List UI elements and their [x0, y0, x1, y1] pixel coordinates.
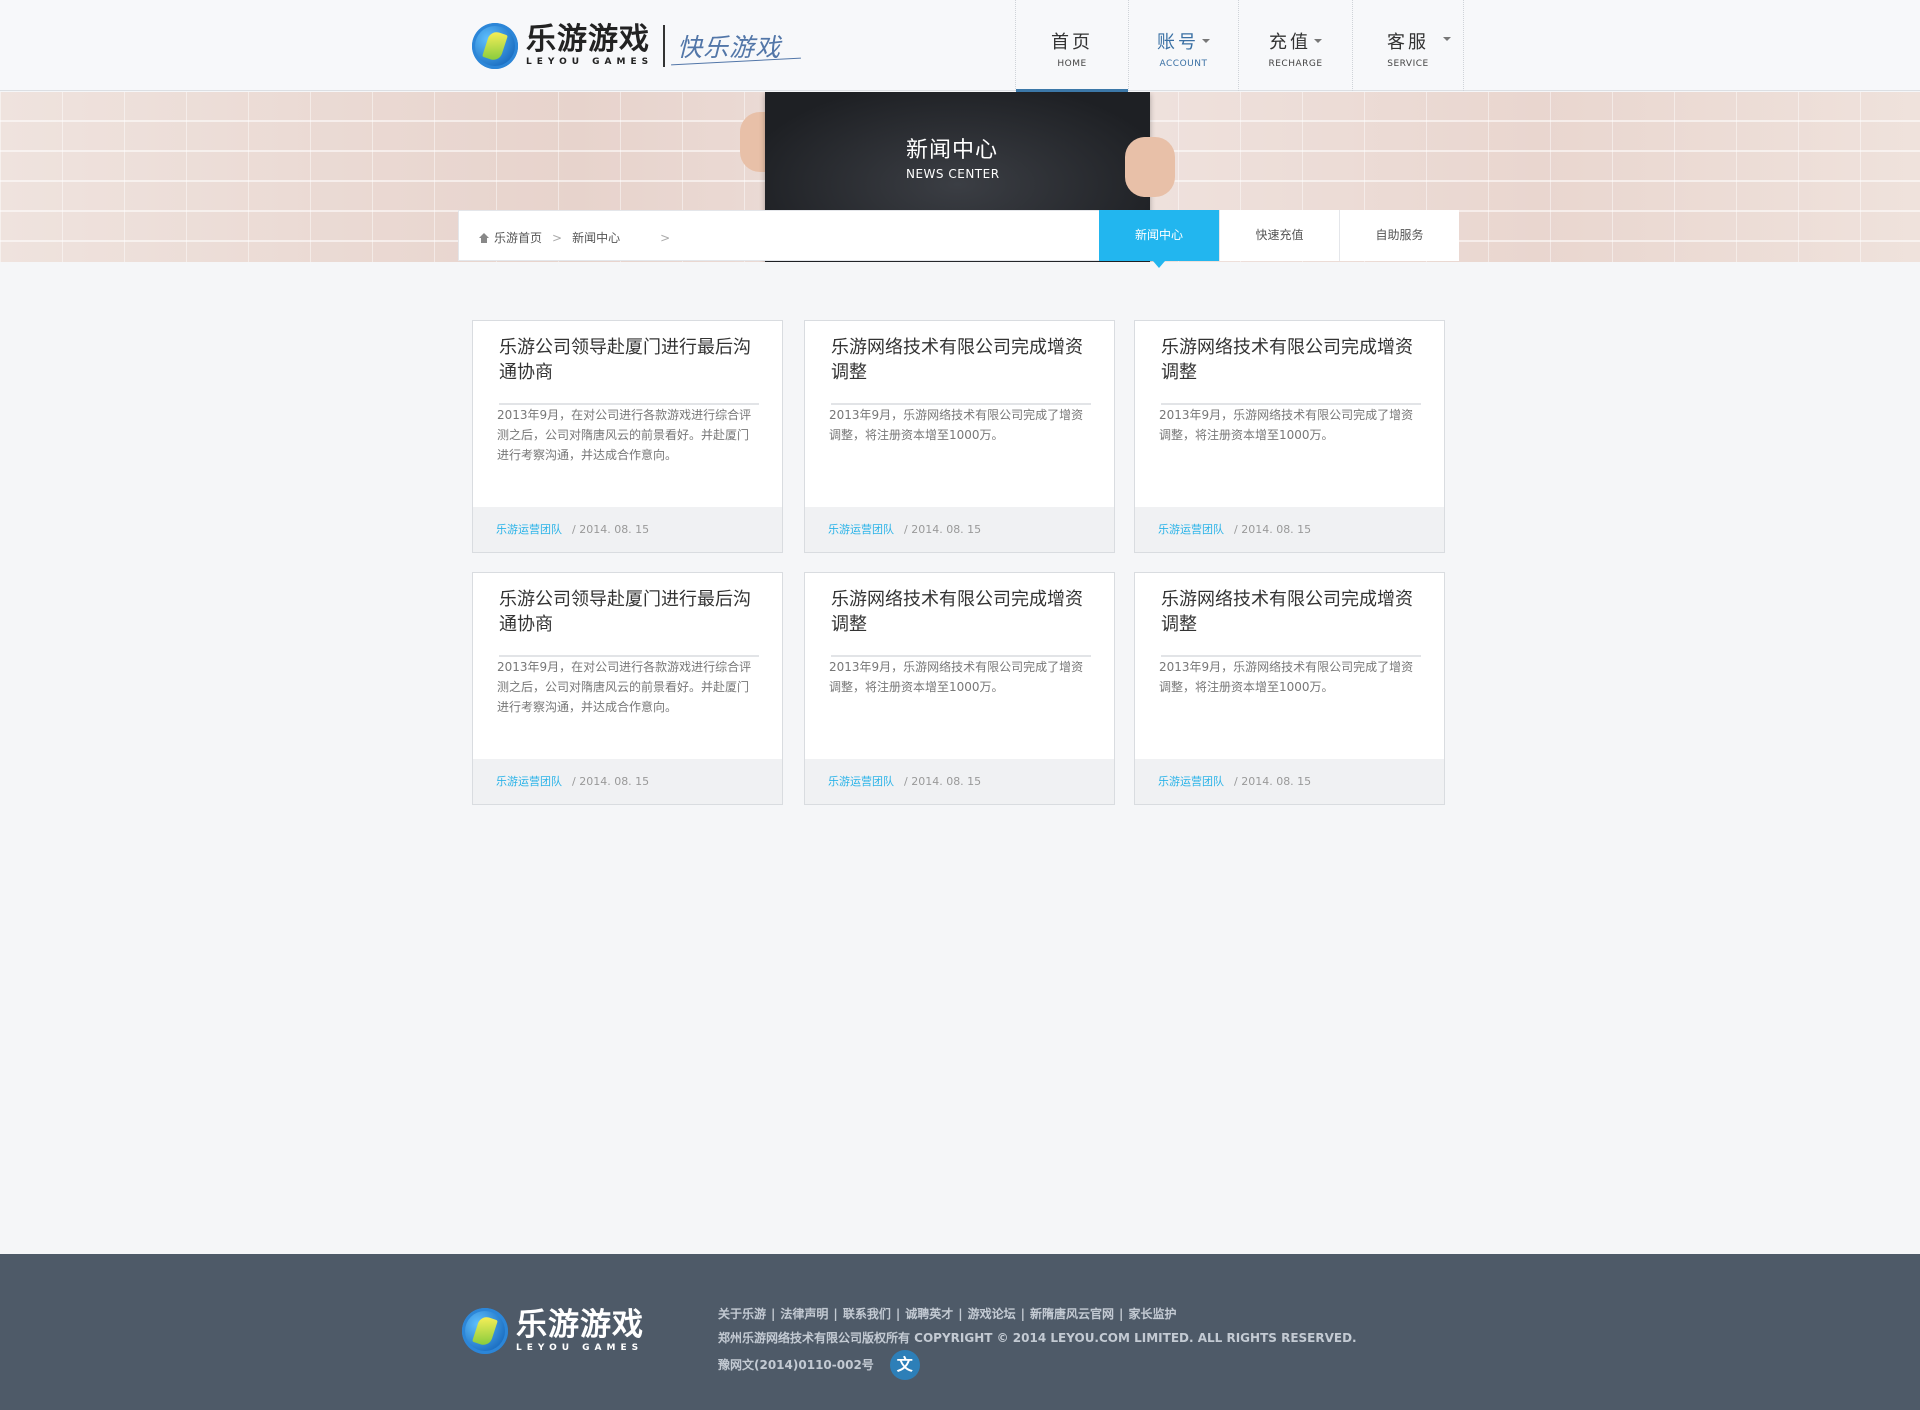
news-meta: 乐游运营团队 / 2014. 08. 15 — [1135, 759, 1444, 804]
logo-en: LEYOU GAMES — [516, 1342, 644, 1353]
footer-links: 关于乐游 | 法律声明 | 联系我们 | 诚聘英才 | 游戏论坛 | 新隋唐风云官网 | 家长监护 — [718, 1307, 1177, 1321]
breadcrumb-current[interactable]: 新闻中心 — [572, 229, 620, 246]
news-author[interactable]: 乐游运营团队 — [496, 523, 562, 536]
news-date: / 2014. 08. 15 — [1234, 775, 1312, 788]
nav-item-service[interactable]: 客服 SERVICE — [1352, 0, 1464, 91]
nav-sublabel: ACCOUNT — [1159, 59, 1208, 69]
news-meta: 乐游运营团队 / 2014. 08. 15 — [805, 507, 1114, 552]
news-grid: 乐游公司领导赴厦门进行最后沟通协商 2013年9月，在对公司进行各款游戏进行综合… — [472, 320, 1446, 805]
footer-link-contact[interactable]: 联系我们 — [843, 1307, 891, 1321]
footer-link-jobs[interactable]: 诚聘英才 — [905, 1307, 953, 1321]
sub-navigation-bar: 乐游首页 > 新闻中心 > 新闻中心 快速充值 自助服务 — [458, 210, 1459, 268]
news-summary: 2013年9月，在对公司进行各款游戏进行综合评测之后，公司对隋唐风云的前景看好。… — [497, 408, 752, 462]
footer-link-forum[interactable]: 游戏论坛 — [968, 1307, 1016, 1321]
main-nav: 首页 HOME 账号 ACCOUNT 充值 RECHARGE 客服 SERVIC… — [1015, 0, 1464, 92]
logo-divider — [663, 25, 666, 67]
nav-item-account[interactable]: 账号 ACCOUNT — [1128, 0, 1238, 91]
logo-en: LEYOU GAMES — [526, 57, 654, 67]
news-author[interactable]: 乐游运营团队 — [1158, 775, 1224, 788]
nav-item-recharge[interactable]: 充值 RECHARGE — [1238, 0, 1352, 91]
footer-link-about[interactable]: 关于乐游 — [718, 1307, 766, 1321]
footer-link-game-site[interactable]: 新隋唐风云官网 — [1030, 1307, 1114, 1321]
banner-title-en: NEWS CENTER — [906, 167, 1000, 181]
breadcrumb: 乐游首页 > 新闻中心 > — [479, 229, 680, 246]
footer-link-legal[interactable]: 法律声明 — [780, 1307, 828, 1321]
news-summary: 2013年9月，乐游网络技术有限公司完成了增资调整，将注册资本增至1000万。 — [1159, 660, 1414, 694]
culture-license-icon[interactable]: 文 — [889, 1350, 920, 1380]
logo-icon — [462, 1308, 508, 1354]
footer-logo[interactable]: 乐游游戏 LEYOU GAMES — [462, 1305, 644, 1357]
nav-label: 首页 — [1051, 32, 1093, 53]
nav-sublabel: HOME — [1057, 59, 1087, 69]
footer-link-parental[interactable]: 家长监护 — [1128, 1307, 1176, 1321]
nav-label: 客服 — [1387, 32, 1429, 53]
nav-label: 账号 — [1129, 28, 1238, 54]
news-title[interactable]: 乐游网络技术有限公司完成增资调整 — [831, 587, 1091, 657]
nav-item-home[interactable]: 首页 HOME — [1015, 0, 1128, 92]
banner-title-cn: 新闻中心 — [906, 138, 999, 163]
news-summary: 2013年9月，乐游网络技术有限公司完成了增资调整，将注册资本增至1000万。 — [1159, 408, 1414, 442]
news-summary: 2013年9月，乐游网络技术有限公司完成了增资调整，将注册资本增至1000万。 — [829, 660, 1084, 694]
banner-hand-image — [1125, 137, 1175, 197]
tab-quick-recharge[interactable]: 快速充值 — [1219, 210, 1339, 261]
chevron-down-icon — [1314, 39, 1322, 43]
news-title[interactable]: 乐游网络技术有限公司完成增资调整 — [1161, 335, 1421, 405]
chevron-down-icon — [1202, 39, 1210, 43]
news-card[interactable]: 乐游网络技术有限公司完成增资调整 2013年9月，乐游网络技术有限公司完成了增资… — [1134, 572, 1445, 805]
news-card[interactable]: 乐游网络技术有限公司完成增资调整 2013年9月，乐游网络技术有限公司完成了增资… — [804, 320, 1115, 553]
site-header: 乐游游戏 LEYOU GAMES 快乐游戏 首页 HOME 账号 ACCOUNT… — [0, 0, 1920, 92]
news-title[interactable]: 乐游网络技术有限公司完成增资调整 — [831, 335, 1091, 405]
news-meta: 乐游运营团队 / 2014. 08. 15 — [1135, 507, 1444, 552]
logo-cn: 乐游游戏 — [526, 22, 650, 57]
tab-self-service[interactable]: 自助服务 — [1339, 210, 1459, 261]
news-title[interactable]: 乐游公司领导赴厦门进行最后沟通协商 — [499, 335, 759, 405]
slogan: 快乐游戏 — [677, 28, 781, 64]
logo-icon — [472, 23, 518, 69]
news-meta: 乐游运营团队 / 2014. 08. 15 — [473, 507, 782, 552]
banner-title: 新闻中心 NEWS CENTER — [906, 132, 1000, 181]
footer-copyright: 郑州乐游网络技术有限公司版权所有 COPYRIGHT © 2014 LEYOU.… — [718, 1331, 1357, 1345]
breadcrumb-separator-icon: > — [660, 230, 671, 245]
news-title[interactable]: 乐游网络技术有限公司完成增资调整 — [1161, 587, 1421, 657]
footer-license-row: 豫网文(2014)0110-002号 文 — [718, 1350, 1357, 1380]
news-card[interactable]: 乐游公司领导赴厦门进行最后沟通协商 2013年9月，在对公司进行各款游戏进行综合… — [472, 320, 783, 553]
news-date: / 2014. 08. 15 — [1234, 523, 1312, 536]
site-logo[interactable]: 乐游游戏 LEYOU GAMES 快乐游戏 — [472, 20, 781, 72]
news-author[interactable]: 乐游运营团队 — [1158, 523, 1224, 536]
tab-news-center[interactable]: 新闻中心 — [1099, 210, 1219, 268]
news-date: / 2014. 08. 15 — [904, 775, 982, 788]
news-date: / 2014. 08. 15 — [572, 775, 650, 788]
section-tabs: 新闻中心 快速充值 自助服务 — [1099, 210, 1459, 268]
logo-wordmark: 乐游游戏 LEYOU GAMES — [526, 25, 653, 67]
breadcrumb-home[interactable]: 乐游首页 — [494, 229, 542, 246]
news-author[interactable]: 乐游运营团队 — [828, 523, 894, 536]
news-date: / 2014. 08. 15 — [904, 523, 982, 536]
nav-sublabel: SERVICE — [1387, 59, 1429, 69]
footer-info: 关于乐游 | 法律声明 | 联系我们 | 诚聘英才 | 游戏论坛 | 新隋唐风云官网 | 家长监护 郑州… — [718, 1302, 1357, 1380]
footer-license: 豫网文(2014)0110-002号 — [718, 1358, 874, 1372]
site-footer: 乐游游戏 LEYOU GAMES 关于乐游 | 法律声明 | 联系我们 | 诚聘英才 | 游戏论… — [0, 1254, 1920, 1410]
news-meta: 乐游运营团队 / 2014. 08. 15 — [805, 759, 1114, 804]
nav-label: 充值 — [1239, 28, 1352, 54]
home-icon — [479, 232, 489, 243]
news-author[interactable]: 乐游运营团队 — [496, 775, 562, 788]
news-card[interactable]: 乐游网络技术有限公司完成增资调整 2013年9月，乐游网络技术有限公司完成了增资… — [1134, 320, 1445, 553]
news-date: / 2014. 08. 15 — [572, 523, 650, 536]
breadcrumb-separator-icon: > — [552, 230, 563, 245]
logo-wordmark: 乐游游戏 LEYOU GAMES — [516, 1306, 644, 1353]
logo-cn: 乐游游戏 — [516, 1306, 644, 1343]
news-summary: 2013年9月，在对公司进行各款游戏进行综合评测之后，公司对隋唐风云的前景看好。… — [497, 660, 752, 714]
news-summary: 2013年9月，乐游网络技术有限公司完成了增资调整，将注册资本增至1000万。 — [829, 408, 1084, 442]
nav-sublabel: RECHARGE — [1268, 59, 1323, 69]
news-title[interactable]: 乐游公司领导赴厦门进行最后沟通协商 — [499, 587, 759, 657]
news-card[interactable]: 乐游公司领导赴厦门进行最后沟通协商 2013年9月，在对公司进行各款游戏进行综合… — [472, 572, 783, 805]
chevron-down-icon — [1443, 37, 1451, 41]
news-card[interactable]: 乐游网络技术有限公司完成增资调整 2013年9月，乐游网络技术有限公司完成了增资… — [804, 572, 1115, 805]
news-meta: 乐游运营团队 / 2014. 08. 15 — [473, 759, 782, 804]
news-author[interactable]: 乐游运营团队 — [828, 775, 894, 788]
